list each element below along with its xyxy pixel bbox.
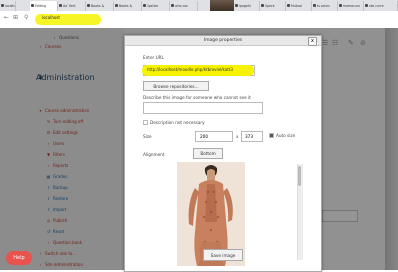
browser-tab[interactable]: Books & xyxy=(114,1,142,11)
auto-size-label: Auto size xyxy=(276,133,296,138)
favicon-icon xyxy=(313,4,316,7)
dialog-title: Image properties xyxy=(125,36,321,46)
description-not-necessary-label: Description not necessary xyxy=(150,120,205,125)
back-icon[interactable]: ← xyxy=(4,14,9,21)
browser-tab[interactable]: Books & xyxy=(86,1,114,11)
favicon-icon xyxy=(143,4,146,7)
scrollbar-thumb[interactable] xyxy=(298,166,301,186)
browser-tab[interactable]: lpagefu xyxy=(234,1,260,11)
size-label: Size xyxy=(143,134,152,139)
width-input[interactable]: 200 xyxy=(195,131,233,142)
favicon-icon xyxy=(31,4,34,7)
browser-tab-bar: localhos Editing Aa' flert Books & Books… xyxy=(0,0,398,11)
favicon-icon xyxy=(365,4,368,7)
url-input[interactable]: localhost xyxy=(42,15,60,20)
image-url-input[interactable]: http://localhost/moodle.php/ktbroviel/ka… xyxy=(147,67,233,72)
favicon-icon xyxy=(87,4,90,7)
browser-tab[interactable]: ts amzn xyxy=(312,1,338,11)
image-properties-dialog: Image properties x Enter URL http://loca… xyxy=(124,35,322,272)
height-input[interactable]: 373 xyxy=(241,131,263,142)
browser-tab[interactable]: mamacurs xyxy=(338,1,364,11)
help-button[interactable]: Help xyxy=(6,251,32,265)
browser-tab[interactable]: lipstick xyxy=(142,1,170,11)
favicon-icon xyxy=(261,4,264,7)
browser-tab[interactable]: Mutual xyxy=(286,1,312,11)
description-not-necessary-checkbox[interactable] xyxy=(143,120,148,125)
desktop-photo-strip xyxy=(210,0,234,11)
favicon-icon xyxy=(115,4,118,7)
browser-tab[interactable]: who coc xyxy=(170,1,198,11)
image-description-input[interactable] xyxy=(143,102,263,114)
favicon-icon xyxy=(1,4,4,7)
browse-repositories-button[interactable]: Browse repositories... xyxy=(143,81,209,91)
alignment-label: Alignment xyxy=(143,152,165,157)
search-icon: ⚲ xyxy=(24,14,29,21)
favicon-icon xyxy=(287,4,290,7)
apps-icon[interactable]: ⊞ xyxy=(13,14,18,21)
favicon-icon xyxy=(59,4,62,7)
close-icon[interactable]: x xyxy=(308,37,317,46)
enter-url-label: Enter URL xyxy=(143,55,164,60)
browser-tab[interactable]: localhos xyxy=(0,1,16,11)
size-times-sign: x xyxy=(236,134,239,139)
describe-image-label: Describe this image for someone who cann… xyxy=(143,95,251,100)
browser-tab-active[interactable]: Editing xyxy=(30,1,58,11)
browser-tab[interactable]: ntb curre xyxy=(364,1,398,11)
favicon-icon xyxy=(235,4,238,7)
favicon-icon xyxy=(339,4,342,7)
alignment-select[interactable]: Bottom xyxy=(193,148,223,159)
browser-tab[interactable]: Aa' flert xyxy=(58,1,86,11)
favicon-icon xyxy=(171,4,174,7)
browser-tab[interactable]: Speck xyxy=(260,1,286,11)
auto-size-checkbox[interactable] xyxy=(269,133,274,138)
save-image-button[interactable]: Save image xyxy=(203,249,243,261)
